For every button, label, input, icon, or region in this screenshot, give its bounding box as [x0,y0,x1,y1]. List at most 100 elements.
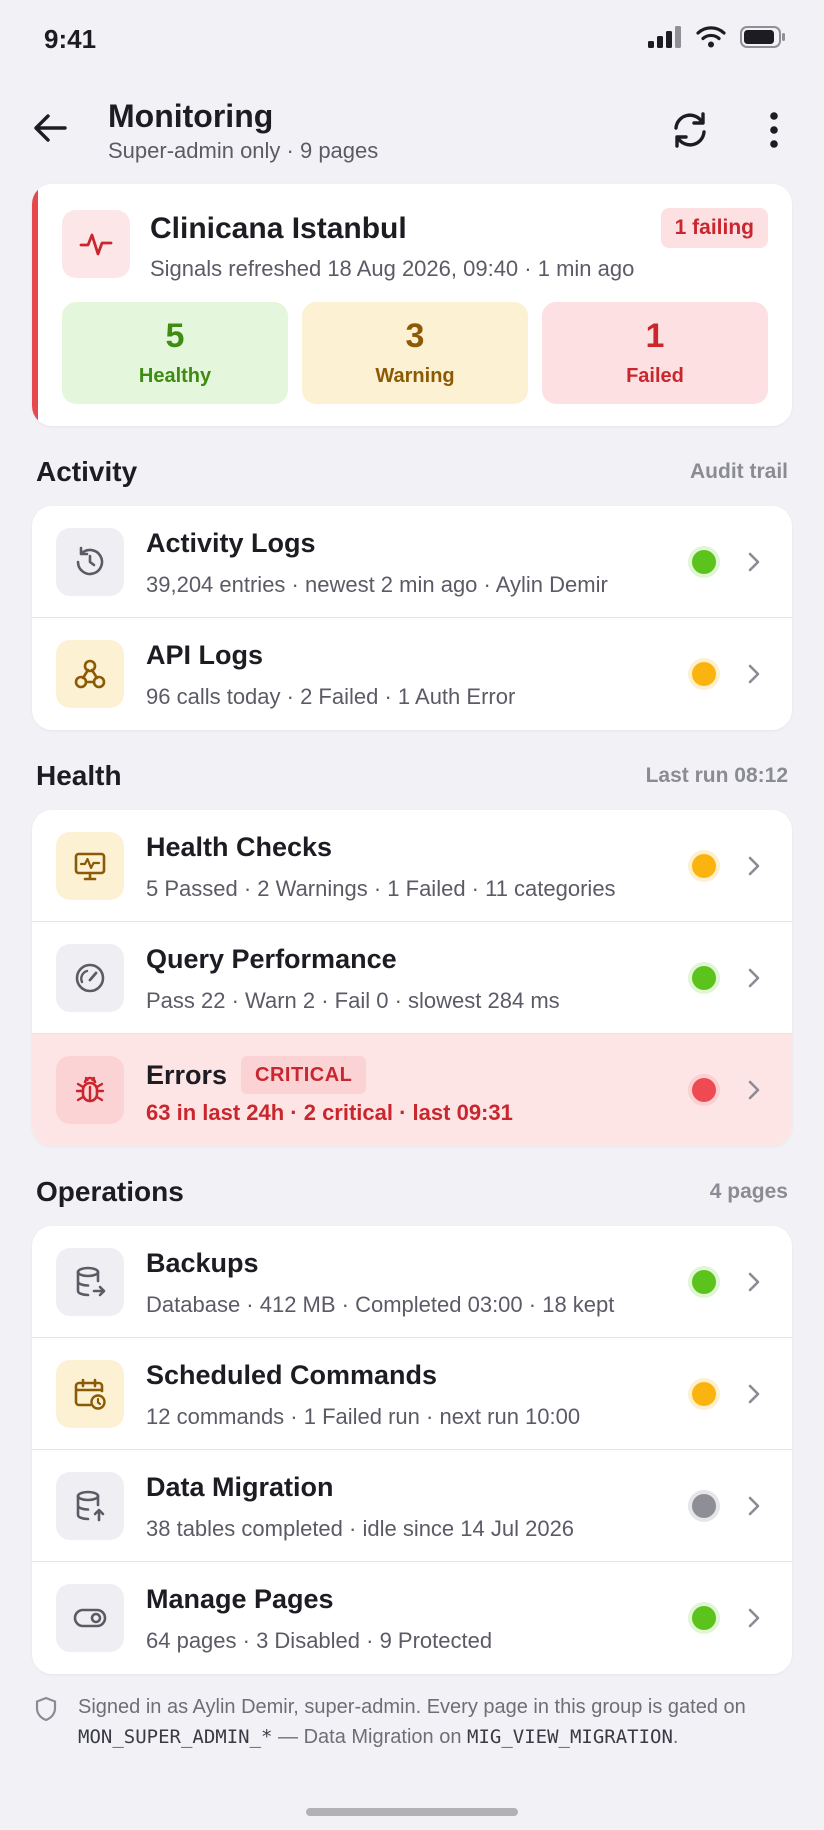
refresh-icon [674,112,706,148]
chevron-right-icon [742,1378,766,1410]
stat-failed-value: 1 [645,316,665,355]
status-dot-gray [692,1494,716,1518]
row-scheduled-commands[interactable]: Scheduled Commands 12 commands · 1 Faile… [32,1338,792,1450]
activity-logs-icon-tile [56,528,124,596]
row-data-migration[interactable]: Data Migration 38 tables completed · idl… [32,1450,792,1562]
permission-code: MON_SUPER_ADMIN_* [78,1726,273,1748]
stat-warning: 3 Warning [302,302,528,404]
row-subtitle: 39,204 entries · newest 2 min ago · Ayli… [146,572,608,597]
row-subtitle: 38 tables completed · idle since 14 Jul … [146,1516,575,1541]
health-list: Health Checks 5 Passed · 2 Warnings · 1 … [32,810,792,1146]
permission-code: MIG_VIEW_MIGRATION [467,1726,673,1748]
scheduled-commands-icon-tile [56,1360,124,1428]
row-subtitle: 64 pages · 3 Disabled · 9 Protected [146,1628,493,1653]
row-title: Health Checks [146,832,333,862]
chevron-right-icon [742,658,766,690]
row-title: Backups [146,1248,259,1278]
row-query-performance[interactable]: Query Performance Pass 22 · Warn 2 · Fai… [32,922,792,1034]
chevron-right-icon [742,1490,766,1522]
wifi-icon [696,26,726,48]
row-subtitle: Database · 412 MB · Completed 03:00 · 18… [146,1292,615,1317]
chevron-right-icon [742,1602,766,1634]
row-title: Manage Pages [146,1584,334,1614]
clinic-name: Clinicana Istanbul [150,212,407,245]
row-subtitle: Pass 22 · Warn 2 · Fail 0 · slowest 284 … [146,988,560,1013]
row-title: Data Migration [146,1472,334,1502]
backups-icon-tile [56,1248,124,1316]
monitor-pulse-icon [74,852,106,881]
battery-icon [740,26,785,48]
manage-pages-icon-tile [56,1584,124,1652]
row-api-logs[interactable]: API Logs 96 calls today · 2 Failed · 1 A… [32,618,792,730]
row-backups[interactable]: Backups Database · 412 MB · Completed 03… [32,1226,792,1338]
app-header: Monitoring Super-admin only · 9 pages [0,86,824,176]
status-dot-green [692,1606,716,1630]
row-subtitle: 5 Passed · 2 Warnings · 1 Failed · 11 ca… [146,876,616,901]
bug-icon [75,1076,105,1103]
history-icon [76,546,104,576]
section-meta-health: Last run 08:12 [645,764,788,787]
status-dot-amber [692,662,716,686]
shield-icon [35,1696,57,1722]
stat-failed-label: Failed [626,364,684,387]
errors-icon-tile [56,1056,124,1124]
row-title: Errors CRITICAL [146,1056,367,1094]
row-title: Activity Logs [146,528,316,558]
page-subtitle: Super-admin only · 9 pages [108,138,379,163]
row-title: API Logs [146,640,264,670]
back-button[interactable] [28,106,72,150]
status-dot-amber [692,1382,716,1406]
row-errors[interactable]: Errors CRITICAL 63 in last 24h · 2 criti… [32,1034,792,1146]
row-subtitle: 96 calls today · 2 Failed · 1 Auth Error [146,684,516,709]
stat-healthy: 5 Healthy [62,302,288,404]
failing-badge: 1 failing [660,208,768,248]
pulse-icon [79,233,113,256]
row-subtitle: 63 in last 24h · 2 critical · last 09:31 [146,1100,513,1125]
row-manage-pages[interactable]: Manage Pages 64 pages · 3 Disabled · 9 P… [32,1562,792,1674]
row-activity-logs[interactable]: Activity Logs 39,204 entries · newest 2 … [32,506,792,618]
section-title-operations: Operations [36,1176,184,1207]
status-dot-red [692,1078,716,1102]
failure-accent-bar [32,184,38,426]
chevron-right-icon [742,1266,766,1298]
stat-healthy-label: Healthy [138,364,212,387]
row-title: Query Performance [146,944,397,974]
api-logs-icon-tile [56,640,124,708]
refresh-button[interactable] [666,106,714,154]
footnote-text: Signed in as Aylin Demir, super-admin. E… [78,1696,746,1748]
status-time: 9:41 [44,24,97,54]
chevron-right-icon [742,1074,766,1106]
summary-icon-tile [62,210,130,278]
refresh-meta: Signals refreshed 18 Aug 2026, 09:40 · 1… [150,256,635,281]
home-indicator[interactable] [306,1808,518,1816]
health-checks-icon-tile [56,832,124,900]
row-title: Scheduled Commands [146,1360,438,1390]
database-export-icon [76,1266,106,1297]
stat-healthy-value: 5 [165,316,185,355]
calendar-clock-icon [74,1378,106,1410]
clinic-summary-card: Clinicana Istanbul Signals refreshed 18 … [32,184,792,426]
row-health-checks[interactable]: Health Checks 5 Passed · 2 Warnings · 1 … [32,810,792,922]
more-options-button[interactable] [750,106,798,154]
operations-list: Backups Database · 412 MB · Completed 03… [32,1226,792,1674]
row-subtitle: 12 commands · 1 Failed run · next run 10… [146,1404,581,1429]
stat-warning-label: Warning [375,364,455,387]
page-title: Monitoring [108,98,274,134]
database-upload-icon [76,1490,105,1522]
data-migration-icon-tile [56,1472,124,1540]
chevron-right-icon [742,962,766,994]
section-title-activity: Activity [36,456,138,487]
cellular-signal-icon [648,26,681,48]
more-vertical-icon [770,112,778,148]
arrow-left-icon [34,114,67,142]
section-title-health: Health [36,760,122,791]
critical-badge: CRITICAL [241,1056,367,1094]
toggle-icon [73,1608,107,1628]
status-icons [648,26,786,48]
status-dot-green [692,966,716,990]
stat-warning-value: 3 [405,316,425,355]
status-bar: 9:41 [0,0,824,80]
section-meta-operations: 4 pages [709,1180,788,1203]
chevron-right-icon [742,546,766,578]
query-performance-icon-tile [56,944,124,1012]
